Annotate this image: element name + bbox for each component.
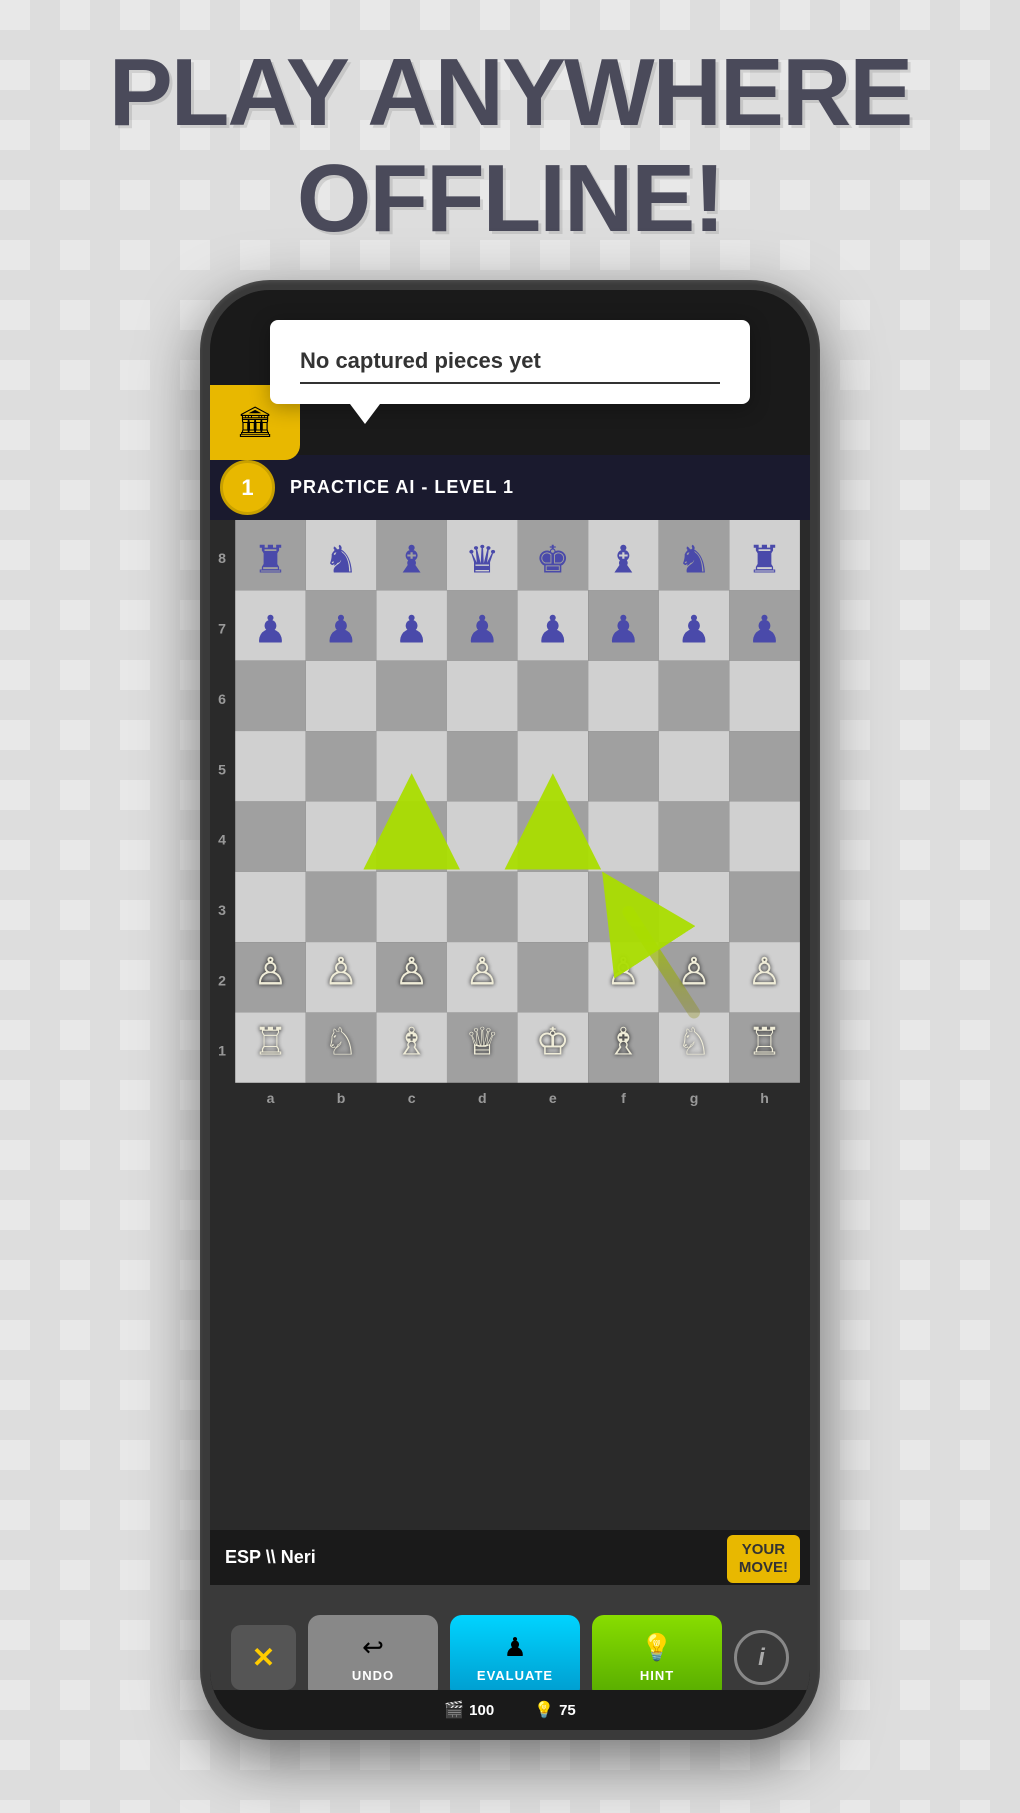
svg-text:♜: ♜ [747,538,781,581]
svg-text:♟: ♟ [536,609,570,652]
headline-line1: PLAY ANYWHERE [0,40,1020,146]
svg-text:♙: ♙ [324,950,358,993]
evaluate-button[interactable]: ♟ EVALUATE [450,1615,580,1700]
undo-button[interactable]: ↩ UNDO [308,1615,438,1700]
hint-label: HINT [640,1668,674,1683]
phone-device: No captured pieces yet 🏛 1 PRACTICE AI -… [200,280,820,1740]
phone-screen: No captured pieces yet 🏛 1 PRACTICE AI -… [210,290,810,1730]
tooltip-arrow [350,404,380,424]
svg-text:♔: ♔ [536,1021,570,1064]
close-button[interactable]: ✕ [231,1625,296,1690]
svg-text:♟: ♟ [395,609,429,652]
svg-text:♞: ♞ [677,538,711,581]
info-icon: i [758,1644,765,1672]
svg-text:♙: ♙ [465,950,499,993]
tooltip-underline [300,382,720,384]
your-move-text: YOURMOVE! [739,1541,788,1576]
hints-status: 💡 75 [534,1700,576,1720]
hints-value: 75 [559,1702,576,1719]
svg-text:♘: ♘ [677,1021,711,1064]
info-button[interactable]: i [734,1630,789,1685]
svg-text:♙: ♙ [253,950,287,993]
headline-line2: OFFLINE! [0,146,1020,252]
svg-text:4: 4 [218,832,226,848]
svg-text:♕: ♕ [465,1021,499,1064]
svg-text:d: d [478,1090,487,1106]
svg-text:b: b [337,1090,346,1106]
player-name: ESP \\ Neri [225,1547,316,1568]
svg-text:♟: ♟ [465,609,499,652]
svg-text:8: 8 [218,550,226,566]
svg-text:7: 7 [218,621,226,637]
close-icon: ✕ [252,1641,275,1674]
svg-text:♙: ♙ [747,950,781,993]
bottom-bar: ESP \\ Neri YOURMOVE! ✕ ↩ UNDO ♟ [210,1530,810,1730]
svg-text:♝: ♝ [606,538,640,581]
trophy-icon: 🏛 [236,405,274,440]
svg-text:f: f [621,1090,626,1106]
svg-text:2: 2 [218,972,226,988]
svg-text:g: g [690,1090,699,1106]
level-badge: 1 [220,460,275,515]
evaluate-label: EVALUATE [477,1668,553,1683]
headline-container: PLAY ANYWHERE OFFLINE! [0,40,1020,251]
svg-text:♖: ♖ [747,1021,781,1064]
svg-text:♟: ♟ [747,609,781,652]
undo-label: UNDO [352,1668,394,1683]
svg-text:♜: ♜ [253,538,287,581]
svg-text:c: c [408,1090,416,1106]
coins-value: 100 [469,1702,494,1719]
svg-text:♟: ♟ [253,609,287,652]
bulb-icon: 💡 [534,1700,554,1720]
svg-text:♘: ♘ [324,1021,358,1064]
svg-text:♟: ♟ [606,609,640,652]
tooltip-text: No captured pieces yet [300,348,720,374]
evaluate-icon: ♟ [503,1632,526,1663]
game-mode-label: PRACTICE AI - LEVEL 1 [290,477,514,498]
svg-text:e: e [549,1090,557,1106]
svg-text:a: a [267,1090,275,1106]
player-info-bar: ESP \\ Neri YOURMOVE! [210,1530,810,1585]
your-move-badge: YOURMOVE! [727,1535,800,1583]
game-mode-bar: 1 PRACTICE AI - LEVEL 1 [210,455,810,520]
film-icon: 🎬 [444,1700,464,1720]
svg-text:♗: ♗ [395,1021,429,1064]
captured-pieces-tooltip: No captured pieces yet [270,320,750,404]
svg-text:♙: ♙ [606,950,640,993]
chess-board-svg: .lbl { font-size:14px; fill:#999; font-w… [210,520,810,1535]
chess-board-container: .lbl { font-size:14px; fill:#999; font-w… [210,520,810,1535]
svg-text:♟: ♟ [677,609,711,652]
svg-text:5: 5 [218,761,226,777]
svg-text:6: 6 [218,691,226,707]
phone-inner-bezel: No captured pieces yet 🏛 1 PRACTICE AI -… [210,290,810,1730]
svg-text:♖: ♖ [253,1021,287,1064]
svg-text:h: h [760,1090,769,1106]
svg-text:♝: ♝ [395,538,429,581]
undo-icon: ↩ [362,1632,384,1663]
hint-icon: 💡 [641,1632,673,1663]
svg-text:♚: ♚ [536,538,570,581]
hint-button[interactable]: 💡 HINT [592,1615,722,1700]
status-bar: 🎬 100 💡 75 [210,1690,810,1730]
level-number: 1 [241,475,253,501]
svg-text:1: 1 [218,1043,226,1059]
svg-text:3: 3 [218,902,226,918]
svg-text:♛: ♛ [465,538,499,581]
svg-text:♞: ♞ [324,538,358,581]
svg-text:♟: ♟ [324,609,358,652]
svg-text:♗: ♗ [606,1021,640,1064]
coins-status: 🎬 100 [444,1700,494,1720]
